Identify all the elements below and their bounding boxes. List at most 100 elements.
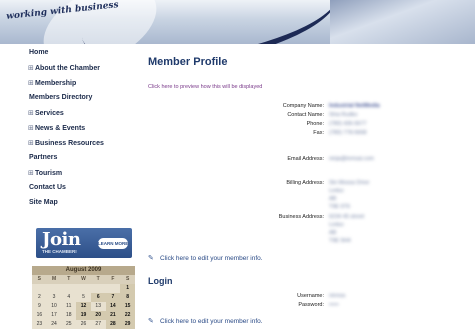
calendar-day[interactable]: 5 [76,293,91,302]
calendar-day[interactable]: 8 [120,293,135,302]
calendar-day[interactable]: 28 [105,320,121,329]
field-billing-city: Leduc [148,187,468,195]
field-value: Shia Rudko [329,112,358,118]
calendar-grid: S M T W T F S 1 2 3 4 5 6 7 8 9 10 11 12 13 14 15 16 17 18 19 20 21… [32,275,135,329]
calendar-day[interactable]: 12 [76,302,91,311]
field-value: Leduc [329,188,344,194]
calendar-day[interactable]: 1 [120,284,135,293]
calendar-day[interactable]: 15 [120,302,135,311]
sidebar-item-contact-us[interactable]: Contact Us [29,184,66,191]
field-label: Username: [297,293,324,299]
field-company-name: Company Name: Industrial NetMedia [148,102,468,110]
sidebar-item-membership[interactable]: ⊞Membership [28,79,76,87]
calendar-day-header: M [46,275,62,284]
calendar-day[interactable]: 19 [76,311,91,320]
field-label: Phone: [306,121,324,127]
calendar-day[interactable]: 2 [32,293,47,302]
sidebar-item-label: Contact Us [29,184,66,191]
field-business-postal: T9E 5H4 [148,237,468,245]
banner-streak [330,0,475,44]
field-value: Stn Mossa Drive [329,180,370,186]
field-fax: Fax: (780) 778-5668 [148,129,468,137]
sidebar-item-label: Home [29,49,49,56]
calendar-day[interactable]: 7 [105,293,121,302]
sidebar-item-partners[interactable]: Partners [29,154,57,161]
field-value: T9E 5H4 [329,238,351,244]
field-billing-address: Billing Address: Stn Mossa Drive [148,179,468,187]
preview-profile-link[interactable]: Click here to preview how this will be d… [148,84,262,90]
sidebar-item-services[interactable]: ⊞Services [28,109,64,117]
calendar-day[interactable]: 25 [61,320,76,329]
sidebar-item-home[interactable]: Home [29,49,48,56]
sidebar-item-label: Partners [29,154,58,161]
expand-icon[interactable]: ⊞ [28,124,35,132]
expand-icon[interactable]: ⊞ [28,139,35,147]
calendar-day[interactable]: 22 [120,311,135,320]
sidebar-item-label: Business Resources [35,140,104,147]
field-value: T9E 6T6 [329,204,351,210]
sidebar-item-members-directory[interactable]: Members Directory [29,94,92,101]
sidebar-item-business-resources[interactable]: ⊞Business Resources [28,139,104,147]
calendar-day[interactable]: 9 [32,302,47,311]
field-value: (780) 436-5677 [329,121,367,127]
learn-more-button[interactable]: LEARN MORE [98,238,128,249]
expand-icon[interactable]: ⊞ [28,109,35,117]
field-username: Username: ninnsa [148,292,468,300]
field-label: Password: [298,302,324,308]
field-email-address: Email Address: ninja@inmsai.com [148,155,468,163]
calendar-day[interactable]: 13 [91,302,106,311]
calendar-day[interactable]: 11 [61,302,76,311]
calendar-empty-cell [32,284,47,293]
calendar-day[interactable]: 29 [120,320,135,329]
edit-link-label: Click here to edit your member info. [160,318,263,325]
join-banner-subtitle: THE CHAMBER! [42,249,77,254]
header-banner: working with business [0,0,475,44]
calendar-day[interactable]: 27 [91,320,106,329]
sidebar-item-label: News & Events [35,125,86,132]
sidebar-item-site-map[interactable]: Site Map [29,199,58,206]
sidebar-item-label: Site Map [29,199,58,206]
calendar-day[interactable]: 4 [61,293,76,302]
calendar-empty-cell [61,284,77,293]
calendar-empty-cell [76,284,91,293]
calendar-day-header: T [61,275,77,284]
sidebar-item-news-events[interactable]: ⊞News & Events [28,124,85,132]
calendar-day[interactable]: 10 [47,302,62,311]
field-contact-name: Contact Name: Shia Rudko [148,111,468,119]
field-billing-province: AB [148,195,468,203]
edit-login-info-link[interactable]: ✎ Click here to edit your member info. [148,317,263,325]
login-section-title: Login [148,276,173,286]
field-value: ninja@inmsai.com [329,156,375,162]
calendar-day[interactable]: 6 [90,293,106,302]
calendar-day[interactable]: 24 [47,320,62,329]
expand-icon[interactable]: ⊞ [28,169,35,177]
calendar-day[interactable]: 26 [76,320,91,329]
field-label: Contact Name: [287,112,324,118]
calendar-day[interactable]: 14 [105,302,121,311]
field-business-city: Leduc [148,221,468,229]
calendar-day[interactable]: 18 [61,311,76,320]
calendar-day[interactable]: 17 [47,311,62,320]
calendar-empty-cell [46,284,62,293]
field-value: AB [329,196,337,202]
sidebar-item-about-the-chamber[interactable]: ⊞About the Chamber [28,64,100,72]
field-label: Email Address: [287,156,324,162]
calendar-day[interactable]: 3 [47,293,62,302]
sidebar-item-tourism[interactable]: ⊞Tourism [28,169,62,177]
calendar-day[interactable]: 16 [32,311,47,320]
pencil-icon: ✎ [148,255,154,262]
edit-member-info-link[interactable]: ✎ Click here to edit your member info. [148,254,263,262]
calendar-day-header: T [90,275,106,284]
expand-icon[interactable]: ⊞ [28,64,35,72]
field-billing-postal: T9E 6T6 [148,203,468,211]
join-chamber-banner[interactable]: Join THE CHAMBER! LEARN MORE [36,228,132,258]
field-phone: Phone: (780) 436-5677 [148,120,468,128]
expand-icon[interactable]: ⊞ [28,79,35,87]
edit-link-label: Click here to edit your member info. [160,255,263,262]
calendar-day[interactable]: 20 [90,311,106,320]
calendar-day-header: S [32,275,47,284]
calendar-month-title: August 2009 [32,266,135,275]
calendar-day[interactable]: 23 [32,320,47,329]
field-business-address: Business Address: 6234 45 street [148,213,468,221]
calendar-day[interactable]: 21 [105,311,121,320]
